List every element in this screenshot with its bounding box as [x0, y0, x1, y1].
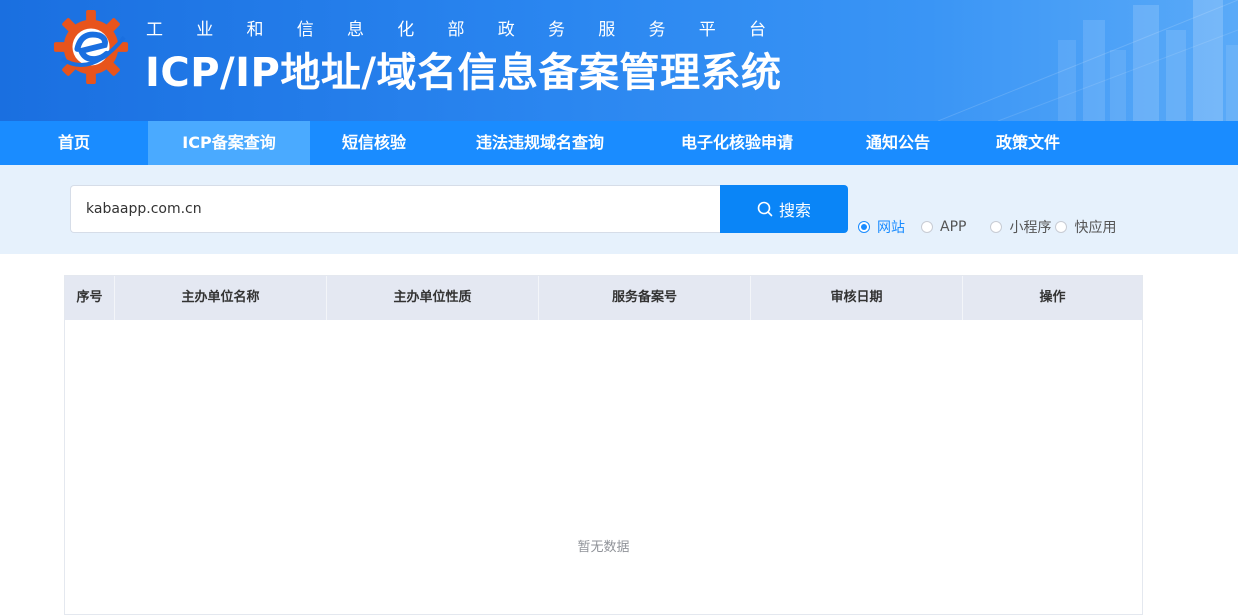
- search-icon: [757, 201, 773, 217]
- subtitle-char: 台: [749, 20, 766, 40]
- subtitle-char: 和: [246, 20, 264, 40]
- subtitle-char: 业: [196, 20, 214, 40]
- nav-item-e-verify-apply[interactable]: 电子化核验申请: [642, 121, 832, 165]
- column-header-review-date: 审核日期: [751, 276, 963, 320]
- radio-label: 小程序: [1009, 220, 1052, 236]
- miit-gear-logo-icon: [53, 9, 129, 85]
- nav-item-sms-verify[interactable]: 短信核验: [310, 121, 438, 165]
- radio-quick-app[interactable]: 快应用: [1055, 217, 1116, 237]
- column-header-sponsor-name: 主办单位名称: [115, 276, 327, 320]
- subtitle-char: 务: [548, 20, 565, 40]
- nav-item-illegal-domain-query[interactable]: 违法违规域名查询: [438, 121, 642, 165]
- search-panel: 搜索 网站 APP 小程序 快应用: [0, 165, 1238, 254]
- column-header-actions: 操作: [1039, 290, 1066, 305]
- column-header-index: 序号: [65, 276, 115, 320]
- search-type-radio-group: 网站 APP 小程序 快应用: [858, 217, 1126, 237]
- radio-label: 快应用: [1074, 220, 1117, 236]
- radio-website[interactable]: 网站: [858, 217, 905, 237]
- subtitle-char: 息: [347, 20, 364, 40]
- subtitle-char: 政: [497, 20, 515, 40]
- subtitle-char: 部: [447, 20, 465, 40]
- ministry-subtitle: 工 业 和 信 息 化 部 政 务 服 务 平 台: [146, 15, 766, 40]
- subtitle-char: 工: [146, 20, 163, 40]
- subtitle-char: 服: [598, 20, 616, 40]
- radio-app[interactable]: APP: [921, 219, 966, 235]
- nav-item-notices[interactable]: 通知公告: [832, 121, 964, 165]
- results-table: 序号 主办单位名称 主办单位性质 服务备案号 审核日期 操作 暂无数据: [64, 275, 1143, 615]
- search-button-label: 搜索: [778, 201, 811, 220]
- subtitle-char: 平: [698, 20, 716, 40]
- radio-mini-program[interactable]: 小程序: [990, 217, 1051, 237]
- search-input[interactable]: [70, 185, 720, 233]
- main-nav: 首页 ICP备案查询 短信核验 违法违规域名查询 电子化核验申请 通知公告 政策…: [0, 121, 1238, 165]
- radio-circle: [990, 221, 1003, 233]
- radio-circle: [921, 221, 933, 233]
- site-header: 工 业 和 信 息 化 部 政 务 服 务 平 台 ICP/IP地址/域名信息备…: [0, 0, 1238, 121]
- radio-label: APP: [940, 219, 967, 235]
- radio-circle: [1055, 221, 1068, 233]
- subtitle-char: 信: [296, 20, 314, 40]
- nav-item-icp-query[interactable]: ICP备案查询: [148, 121, 310, 165]
- subtitle-char: 务: [648, 20, 666, 40]
- empty-state-text: 暂无数据: [577, 540, 630, 555]
- city-skyline-decoration: [938, 0, 1238, 121]
- radio-label: 网站: [877, 220, 905, 236]
- system-title: ICP/IP地址/域名信息备案管理系统: [145, 50, 782, 96]
- search-button[interactable]: 搜索: [720, 185, 848, 233]
- column-header-sponsor-nature: 主办单位性质: [327, 276, 539, 320]
- nav-item-home[interactable]: 首页: [0, 121, 148, 165]
- nav-item-policy-docs[interactable]: 政策文件: [964, 121, 1092, 165]
- subtitle-char: 化: [397, 20, 415, 40]
- table-header: 序号 主办单位名称 主办单位性质 服务备案号 审核日期 操作: [65, 276, 1142, 320]
- radio-circle: [858, 221, 870, 233]
- column-header-record-number: 服务备案号: [539, 276, 751, 320]
